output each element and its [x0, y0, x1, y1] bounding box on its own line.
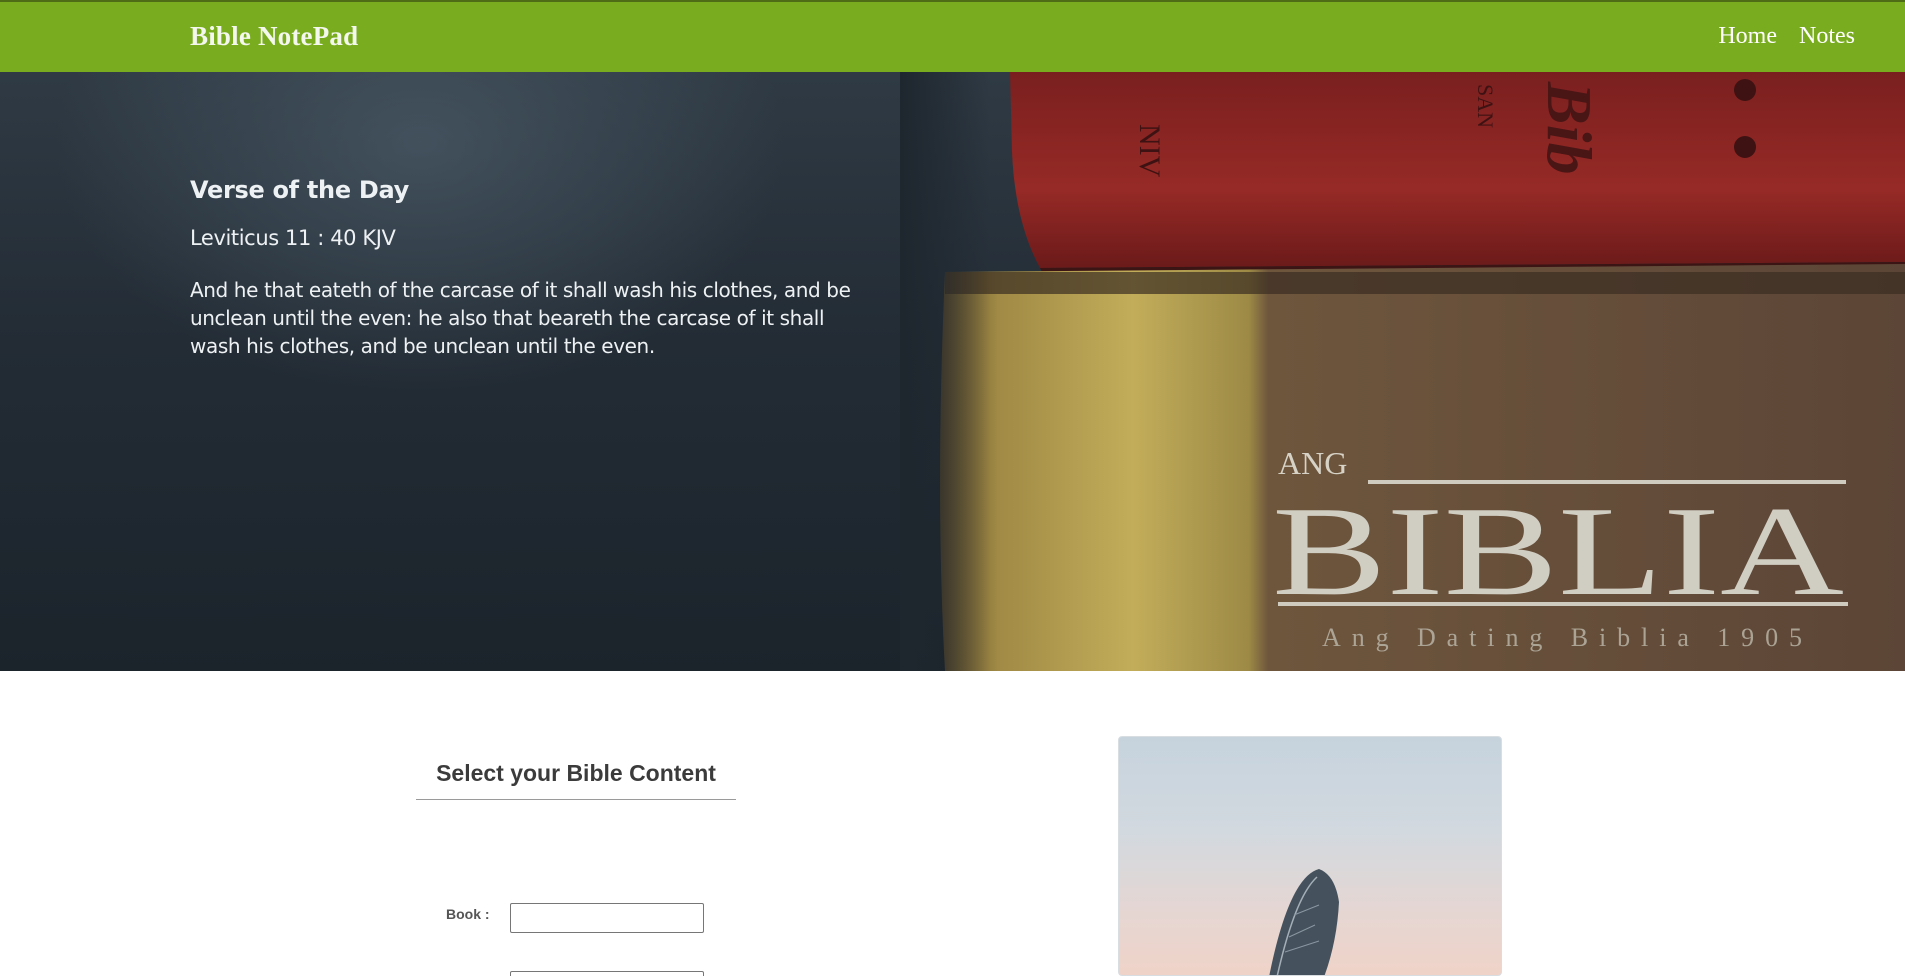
- verse-of-day: Verse of the Day Leviticus 11 : 40 KJV A…: [190, 176, 870, 360]
- spine-text-san: SAN: [1473, 84, 1498, 128]
- nav-links: Home Notes: [1718, 23, 1855, 50]
- bible-books-photo: NIV SAN Bib ANG BIBLIA Ang Dating Biblia…: [900, 72, 1905, 671]
- spine-text-niv: NIV: [1133, 124, 1166, 178]
- book-label: Book :: [446, 906, 490, 922]
- verse-text: And he that eateth of the carcase of it …: [190, 278, 851, 358]
- chapter-input[interactable]: [510, 971, 704, 976]
- verse-reference: Leviticus 11 : 40 KJV: [190, 226, 396, 250]
- spine-text-ang: ANG: [1278, 445, 1347, 481]
- book-input[interactable]: [510, 903, 704, 933]
- spine-text-bib: Bib: [1534, 81, 1605, 174]
- nav-notes-link[interactable]: Notes: [1799, 23, 1855, 50]
- feather-photo: [1118, 736, 1502, 976]
- brand-logo[interactable]: Bible NotePad: [190, 21, 358, 52]
- spine-text-biblia: BIBLIA: [1272, 480, 1844, 622]
- top-navbar: Bible NotePad Home Notes: [0, 0, 1905, 72]
- verse-heading: Verse of the Day: [190, 176, 409, 204]
- select-content-title: Select your Bible Content: [416, 760, 736, 800]
- nav-home-link[interactable]: Home: [1718, 23, 1777, 50]
- feather-icon: [1269, 869, 1339, 975]
- hero-banner: NIV SAN Bib ANG BIBLIA Ang Dating Biblia…: [0, 72, 1905, 671]
